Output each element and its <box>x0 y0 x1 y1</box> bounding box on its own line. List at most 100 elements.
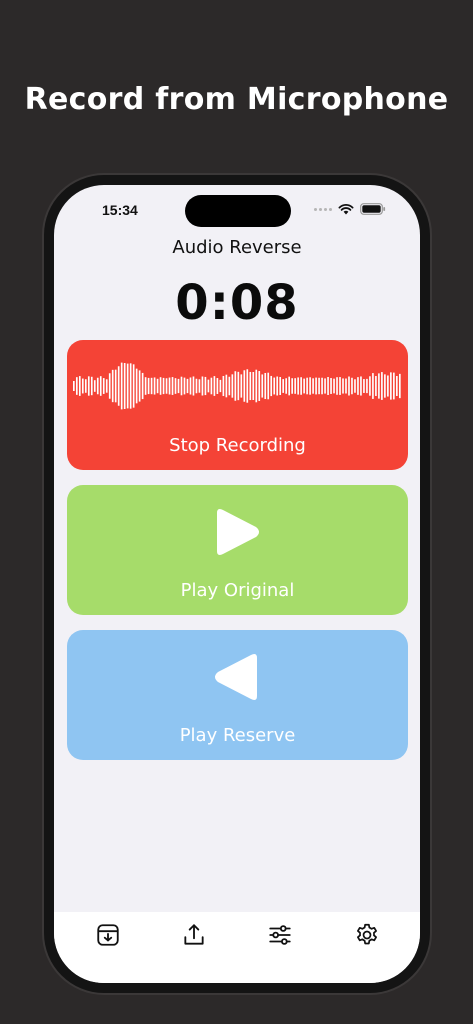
waveform-bar <box>255 369 258 403</box>
waveform-bar <box>189 377 192 395</box>
waveform-bar <box>144 377 147 395</box>
play-reverse-label: Play Reserve <box>179 725 296 746</box>
waveform-bar <box>213 376 216 396</box>
waveform-bar <box>342 378 344 394</box>
promo-headline: Record from Microphone <box>24 82 449 117</box>
waveform-bar <box>87 376 90 396</box>
waveform-bar <box>159 377 162 395</box>
waveform-bar <box>201 376 204 396</box>
recording-timer: 0:08 <box>175 275 299 331</box>
waveform-bar <box>240 374 243 398</box>
waveform-bar <box>117 366 120 406</box>
waveform-bar <box>96 377 99 395</box>
waveform-bar <box>90 376 93 396</box>
stop-recording-label: Stop Recording <box>169 435 306 456</box>
waveform-bar <box>348 376 350 396</box>
share-icon[interactable] <box>181 922 207 948</box>
waveform-bar <box>102 378 105 394</box>
import-icon[interactable] <box>95 922 121 948</box>
waveform-bar <box>297 377 299 395</box>
play-reverse-button[interactable]: Play Reserve <box>67 630 408 760</box>
waveform-bar <box>249 371 252 401</box>
waveform-bar <box>78 376 81 396</box>
waveform-bar <box>180 376 183 396</box>
waveform-bar <box>171 377 174 395</box>
waveform-bar <box>126 363 129 409</box>
tab-bar <box>54 912 420 983</box>
waveform-bar <box>387 375 389 397</box>
waveform-bar <box>399 373 401 399</box>
waveform-bar <box>285 378 287 394</box>
waveform-bar <box>123 362 126 410</box>
waveform-bar <box>276 376 279 396</box>
waveform-bar <box>312 378 314 394</box>
waveform-visualization <box>73 362 401 410</box>
wifi-icon <box>338 203 354 215</box>
waveform-bar <box>246 369 249 403</box>
waveform-bar <box>195 378 198 394</box>
waveform-bar <box>366 378 368 394</box>
waveform-bar <box>132 364 135 408</box>
waveform-bar <box>114 369 117 403</box>
waveform-bar <box>360 376 362 396</box>
waveform-bar <box>279 377 282 395</box>
waveform-bar <box>324 378 326 394</box>
waveform-bar <box>381 372 383 400</box>
waveform-bar <box>309 377 311 395</box>
waveform-bar <box>108 373 111 399</box>
waveform-bar <box>99 376 102 396</box>
play-original-button[interactable]: Play Original <box>67 485 408 615</box>
waveform-bar <box>237 371 240 401</box>
cellular-signal-icon <box>314 207 332 211</box>
dynamic-island <box>185 195 291 227</box>
waveform-bar <box>327 377 329 395</box>
waveform-bar <box>120 362 123 410</box>
reverse-play-icon <box>215 654 257 700</box>
waveform-bar <box>105 379 108 393</box>
waveform-bar <box>216 378 219 394</box>
waveform-bar <box>372 373 374 399</box>
waveform-bar <box>243 370 246 402</box>
waveform-bar <box>375 376 377 396</box>
waveform-bar <box>318 377 320 395</box>
waveform-bar <box>153 377 156 395</box>
waveform-bar <box>273 377 276 395</box>
waveform-bar <box>234 371 237 401</box>
waveform-bar <box>393 372 395 400</box>
waveform-bar <box>222 375 225 397</box>
phone-frame: 15:34 Audio Reverse 0:08 Stop Recording <box>44 175 430 993</box>
waveform-bar <box>204 376 207 396</box>
waveform-bar <box>396 376 398 396</box>
waveform-bar <box>261 374 264 398</box>
waveform-bar <box>228 376 231 396</box>
waveform-bar <box>135 368 138 404</box>
waveform-bar <box>384 374 386 398</box>
waveform-bar <box>93 380 96 392</box>
waveform-bar <box>111 369 114 403</box>
waveform-bar <box>321 377 323 395</box>
waveform-bar <box>252 372 255 400</box>
waveform-bar <box>351 377 353 395</box>
waveform-bar <box>294 378 296 394</box>
waveform-bar <box>150 377 153 395</box>
waveform-bar <box>192 376 195 396</box>
gear-icon[interactable] <box>354 922 380 948</box>
status-time: 15:34 <box>102 202 138 218</box>
waveform-bar <box>174 378 177 394</box>
waveform-bar <box>390 372 392 400</box>
app-screen: 15:34 Audio Reverse 0:08 Stop Recording <box>54 185 420 983</box>
waveform-bar <box>306 377 308 395</box>
waveform-bar <box>168 377 171 395</box>
battery-icon <box>360 203 386 215</box>
waveform-bar <box>129 363 132 409</box>
sliders-icon[interactable] <box>267 922 293 948</box>
waveform-bar <box>141 372 144 400</box>
status-indicators <box>314 203 386 215</box>
waveform-bar <box>207 379 210 393</box>
stop-recording-button[interactable]: Stop Recording <box>67 340 408 470</box>
waveform-bar <box>303 378 305 394</box>
waveform-bar <box>264 372 267 400</box>
waveform-bar <box>84 379 87 393</box>
waveform-bar <box>186 378 189 394</box>
waveform-bar <box>210 377 213 395</box>
